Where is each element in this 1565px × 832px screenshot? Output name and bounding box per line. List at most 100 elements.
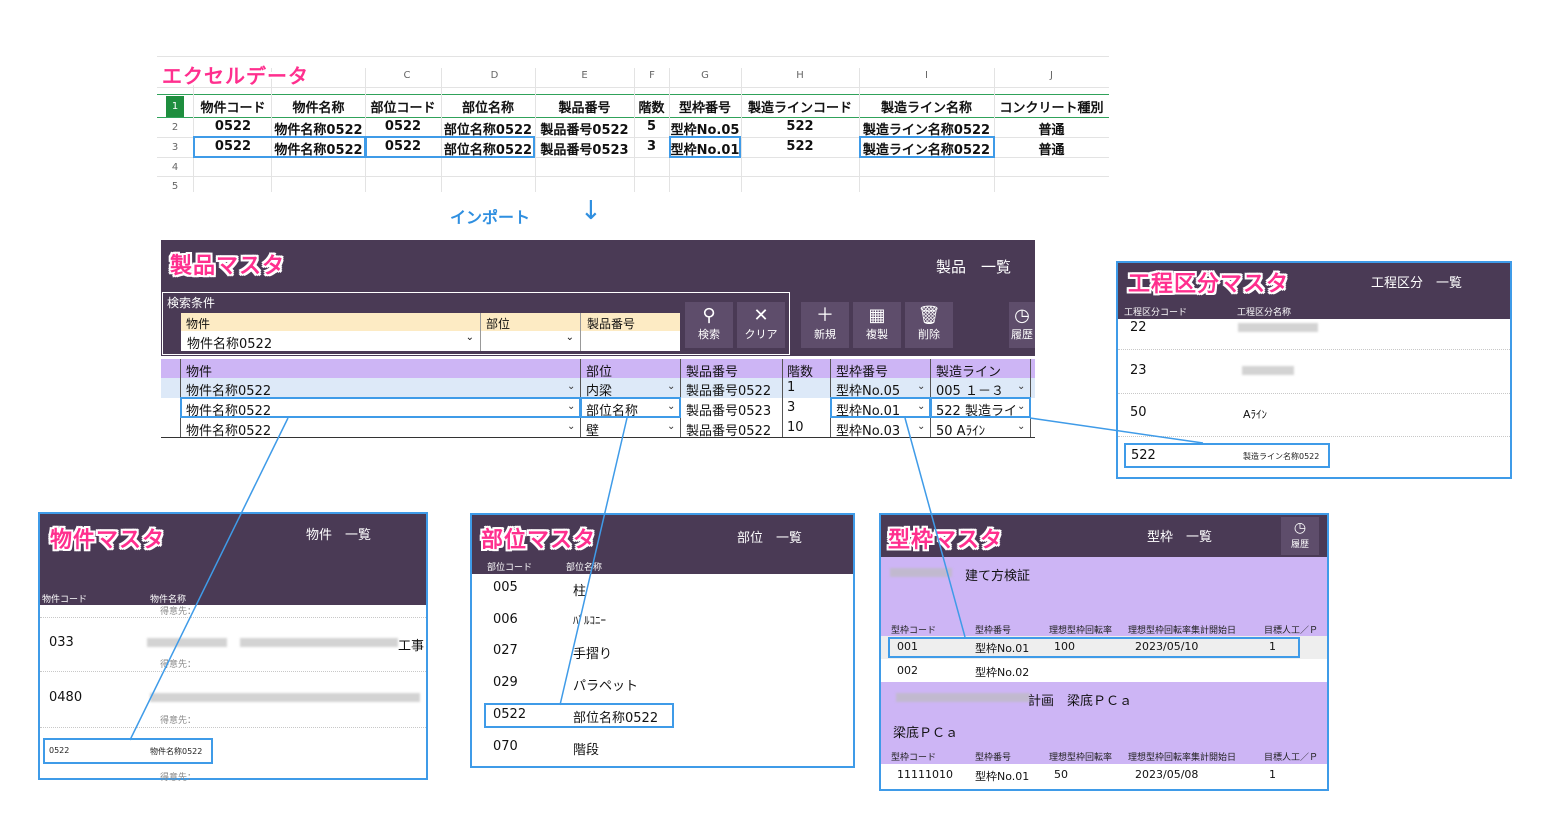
chevron-down-icon: ⌄ <box>667 381 676 392</box>
grid-cell: 50 <box>1054 768 1068 781</box>
form-master-title: 型枠マスタ <box>888 528 1004 553</box>
copy-button-label: 複製 <box>866 328 888 341</box>
grid-cell: 11111010 <box>897 768 953 781</box>
grid-cell[interactable]: 製品番号0522 <box>686 380 771 399</box>
import-label: インポート <box>450 208 531 227</box>
form-col-header: 目標人工／Ｐ <box>1264 753 1319 763</box>
list-item[interactable]: 005 <box>493 580 518 595</box>
list-item[interactable]: 50 <box>1130 405 1147 420</box>
new-button[interactable]: ＋ 新規 <box>801 302 849 348</box>
list-item-name: 手摺り <box>573 647 613 662</box>
chevron-down-icon: ⌄ <box>667 421 676 432</box>
list-item-name: 柱 <box>573 584 587 599</box>
plus-icon: ＋ <box>816 305 834 326</box>
delete-button[interactable]: 🗑 削除 <box>905 302 953 348</box>
search-button[interactable]: ⚲ 検索 <box>685 302 733 348</box>
excel-header-cell: 物件コード <box>200 101 266 116</box>
copy-button[interactable]: ▦ 複製 <box>853 302 901 348</box>
grid-cell[interactable]: 1 <box>787 380 795 395</box>
client-label: 得意先： <box>160 607 197 617</box>
clear-button[interactable]: ✕ クリア <box>737 302 785 348</box>
search-icon: ⚲ <box>702 305 716 326</box>
trash-icon: 🗑 <box>917 305 941 326</box>
form-col-header: 理想型枠回転率 <box>1049 626 1113 636</box>
form-col-header: 型枠コード <box>891 626 937 636</box>
grid-cell[interactable]: 製品番号0522 <box>686 420 771 439</box>
form-col-header: 型枠番号 <box>975 753 1012 763</box>
excel-cell: 522 <box>786 139 814 154</box>
list-item[interactable]: 006 <box>493 612 518 627</box>
list-item-name: 工事 <box>398 639 425 654</box>
excel-cell: 普通 <box>1038 123 1065 138</box>
form-col-header: 理想型枠回転率 <box>1049 753 1113 763</box>
excel-highlight <box>193 136 366 158</box>
product-list-label: 製品 一覧 <box>936 258 1012 276</box>
col-letter-d: D <box>490 70 499 81</box>
property-master-title: 物件マスタ <box>50 528 166 553</box>
grid-cell[interactable]: 物件名称0522 <box>186 420 271 439</box>
grid-cell[interactable]: 型枠No.03 <box>836 420 900 439</box>
form-col-header: 理想型枠回転率集計開始日 <box>1128 626 1237 636</box>
excel-header-cell: 製造ライン名称 <box>880 101 972 116</box>
client-label: 得意先： <box>160 716 197 726</box>
list-item[interactable]: 23 <box>1130 363 1147 378</box>
grid-highlight <box>180 397 581 418</box>
row-number-3: 3 <box>171 142 179 153</box>
grid-cell[interactable]: 50 Aﾗｲﾝ <box>936 420 1016 439</box>
form-col-header: 目標人工／Ｐ <box>1264 626 1319 636</box>
clock-icon: ◷ <box>1014 305 1030 326</box>
part-col-code: 部位コード <box>487 563 533 573</box>
excel-cell: 5 <box>646 119 657 134</box>
history-button[interactable]: ◷ 履歴 <box>1009 302 1035 348</box>
col-letter-h: H <box>796 70 804 81</box>
list-item-name: Aﾗｲﾝ <box>1243 408 1268 421</box>
list-item[interactable]: 029 <box>493 675 518 690</box>
grid-highlight <box>930 397 1031 418</box>
excel-title: エクセルデータ <box>162 64 309 88</box>
chevron-down-icon: ⌄ <box>917 381 926 392</box>
grid-highlight <box>580 397 681 418</box>
chevron-down-icon: ⌄ <box>567 381 576 392</box>
excel-header-cell: 製品番号 <box>558 101 611 116</box>
process-col-name: 工程区分名称 <box>1237 308 1292 318</box>
grid-cell[interactable]: 壁 <box>586 420 599 439</box>
col-letter-g: G <box>701 70 709 81</box>
excel-header-cell: コンクリート種別 <box>999 101 1104 116</box>
list-item[interactable]: 0480 <box>49 690 82 705</box>
part-label: 部位 <box>486 317 511 331</box>
property-label: 物件 <box>186 317 211 331</box>
grid-cell[interactable]: 10 <box>787 420 804 435</box>
property-col-code: 物件コード <box>42 595 88 605</box>
part-select[interactable]: ⌄ <box>481 331 580 351</box>
col-letter-f: F <box>649 70 655 81</box>
excel-cell: 製品番号0523 <box>540 143 629 158</box>
col-letter-c: C <box>403 70 411 81</box>
new-button-label: 新規 <box>814 328 836 341</box>
list-item[interactable]: 070 <box>493 739 518 754</box>
list-item[interactable]: 22 <box>1130 320 1147 335</box>
clock-icon: ◷ <box>1293 520 1307 536</box>
chevron-down-icon: ⌄ <box>465 332 474 343</box>
grid-cell[interactable]: 3 <box>787 400 795 415</box>
form-history-button[interactable]: ◷ 履歴 <box>1281 517 1319 555</box>
excel-highlight <box>669 136 741 158</box>
grid-cell[interactable]: 製品番号0523 <box>686 400 771 419</box>
table-row[interactable] <box>881 659 1327 682</box>
product-master-header <box>161 240 1035 292</box>
excel-cell: 522 <box>786 119 814 134</box>
process-highlight <box>1124 443 1330 468</box>
list-item-name: パラペット <box>573 679 639 694</box>
excel-header-cell: 製造ラインコード <box>747 101 852 116</box>
list-item[interactable]: 033 <box>49 635 74 650</box>
property-highlight <box>43 738 213 764</box>
chevron-down-icon: ⌄ <box>565 332 574 343</box>
product-no-label: 製品番号 <box>587 317 636 331</box>
property-select[interactable]: 物件名称0522 ⌄ <box>181 331 480 352</box>
form-col-header: 理想型枠回転率集計開始日 <box>1128 753 1237 763</box>
list-item[interactable]: 027 <box>493 643 518 658</box>
excel-cell: 0522 <box>214 119 252 134</box>
product-no-input[interactable] <box>581 331 680 351</box>
form-group-2-name: 計画 梁底ＰＣａ <box>1028 694 1133 709</box>
part-col-name: 部位名称 <box>566 563 603 573</box>
chevron-down-icon: ⌄ <box>567 421 576 432</box>
